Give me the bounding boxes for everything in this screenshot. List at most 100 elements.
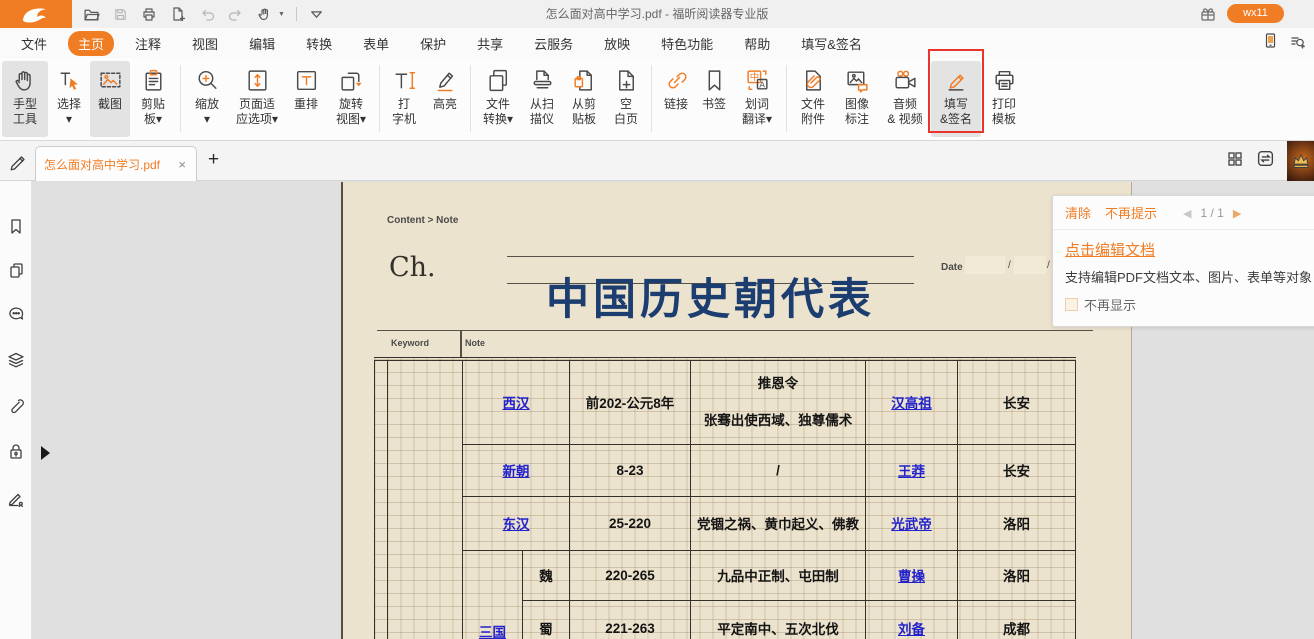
date-field — [965, 256, 1005, 274]
advanced-search-icon[interactable]: ▼ — [1288, 33, 1306, 54]
comments-panel-icon[interactable] — [7, 305, 25, 323]
menu-right-tools: ▼ — [1262, 28, 1306, 58]
ribbon-button-translate[interactable]: 中A 划词 翻译▾ — [732, 61, 782, 137]
dynasty-link[interactable]: 东汉 — [503, 517, 530, 532]
undo-icon[interactable] — [198, 5, 216, 23]
emperor-link[interactable]: 汉高祖 — [891, 396, 932, 411]
ribbon-button-fill-sign[interactable]: 填写 &签名 — [931, 61, 981, 137]
ribbon-button-highlight[interactable]: 高亮 — [424, 61, 466, 137]
ribbon-separator — [379, 65, 380, 132]
print-icon[interactable] — [140, 5, 158, 23]
menu-tab-share[interactable]: 共享 — [467, 31, 513, 56]
ribbon-button-typewriter[interactable]: 打 字机 — [384, 61, 424, 137]
dynasty-cell: 西汉 — [463, 359, 570, 444]
ribbon-button-rotate-view[interactable]: 旋转 视图▾ — [327, 61, 375, 137]
switch-view-icon[interactable] — [1256, 149, 1275, 173]
ribbon-button-clipboard[interactable]: 剪贴 板▾ — [130, 61, 176, 137]
dynasty-link[interactable]: 新朝 — [503, 464, 530, 479]
capital-cell: 成都 — [958, 600, 1076, 639]
hand-mode-dropdown-icon[interactable]: ▼ — [278, 11, 285, 18]
menu-tab-features[interactable]: 特色功能 — [651, 31, 723, 56]
layers-panel-icon[interactable] — [7, 351, 25, 369]
signature-panel-icon[interactable] — [7, 489, 25, 507]
ribbon-button-hand-tool[interactable]: 手型 工具 — [2, 61, 48, 137]
ribbon-separator — [651, 65, 652, 132]
ribbon-button-convert-files[interactable]: 文件 转换▾ — [475, 61, 521, 137]
customize-toolbar-icon[interactable] — [308, 5, 326, 23]
menu-tab-view[interactable]: 视图 — [182, 31, 228, 56]
ribbon-button-select[interactable]: 选择 ▾ — [48, 61, 90, 137]
new-tab-button[interactable]: + — [208, 149, 219, 171]
ribbon-button-blank-page[interactable]: 空 白页 — [605, 61, 647, 137]
vip-crown-banner[interactable] — [1287, 141, 1314, 181]
attachments-panel-icon[interactable] — [7, 397, 25, 415]
emperor-cell: 刘备 — [866, 600, 958, 639]
save-icon[interactable] — [111, 5, 129, 23]
edit-document-link[interactable]: 点击编辑文档 — [1065, 242, 1155, 259]
bookmarks-panel-icon[interactable] — [7, 217, 25, 235]
account-button[interactable]: wx11 — [1227, 4, 1284, 23]
ribbon-button-fit-page[interactable]: 页面适 应选项▾ — [229, 61, 285, 137]
menu-tab-protect[interactable]: 保护 — [410, 31, 456, 56]
dynasty-link[interactable]: 三国 — [479, 625, 506, 639]
ribbon-button-reflow[interactable]: 重排 — [285, 61, 327, 137]
document-tab[interactable]: 怎么面对高中学习.pdf × — [35, 146, 197, 181]
hand-mode-icon[interactable] — [256, 5, 274, 23]
menu-tab-file[interactable]: 文件 — [11, 31, 57, 56]
ribbon-button-link[interactable]: 链接 — [656, 61, 696, 137]
open-file-icon[interactable] — [82, 5, 100, 23]
clear-button[interactable]: 清除 — [1065, 203, 1091, 222]
from-clipboard-icon — [571, 65, 598, 95]
menu-tab-present[interactable]: 放映 — [594, 31, 640, 56]
ribbon-button-snapshot[interactable]: 截图 — [90, 61, 130, 137]
navigation-sidebar — [0, 181, 32, 639]
menu-tab-cloud[interactable]: 云服务 — [524, 31, 583, 56]
ribbon-button-file-attachment[interactable]: 文件 附件 — [791, 61, 835, 137]
close-tab-icon[interactable]: × — [176, 157, 188, 172]
menu-tab-help[interactable]: 帮助 — [734, 31, 780, 56]
pages-panel-icon[interactable] — [7, 261, 25, 279]
menu-tab-comment[interactable]: 注释 — [125, 31, 171, 56]
ribbon-button-image-annotation[interactable]: 图像 标注 — [835, 61, 879, 137]
popup-header: 清除 不再提示 ◀ 1 / 1 ▶ — [1053, 196, 1314, 230]
chapter-label: Ch. — [389, 252, 436, 283]
emperor-link[interactable]: 曹操 — [898, 569, 925, 584]
note-label: Note — [465, 338, 485, 348]
period-cell: 220-265 — [570, 550, 691, 600]
ribbon-button-audio-video[interactable]: 音频 & 视频 — [879, 61, 931, 137]
mobile-icon[interactable] — [1262, 32, 1278, 54]
snapshot-icon — [97, 65, 124, 95]
gift-icon[interactable] — [1199, 5, 1217, 23]
ribbon-button-print-template[interactable]: 打印 模板 — [981, 61, 1027, 137]
menu-tab-form[interactable]: 表单 — [353, 31, 399, 56]
dynasty-link[interactable]: 西汉 — [503, 396, 530, 411]
date-field — [1014, 256, 1046, 274]
panel-expand-handle[interactable] — [41, 446, 50, 460]
clipboard-icon — [140, 65, 167, 95]
prev-page-icon[interactable]: ◀ — [1183, 207, 1191, 220]
redo-icon[interactable] — [227, 5, 245, 23]
ribbon-button-from-scanner[interactable]: 从扫 描仪 — [521, 61, 563, 137]
security-panel-icon[interactable] — [7, 442, 25, 460]
menu-tab-home[interactable]: 主页 — [68, 31, 114, 56]
date-slash: / — [1008, 260, 1011, 271]
ribbon-button-zoom[interactable]: 缩放 ▾ — [185, 61, 229, 137]
emperor-link[interactable]: 刘备 — [898, 622, 925, 637]
emperor-link[interactable]: 光武帝 — [891, 517, 932, 532]
search-dropdown-icon[interactable]: ▼ — [1299, 44, 1306, 51]
next-page-icon[interactable]: ▶ — [1233, 207, 1241, 220]
emperor-link[interactable]: 王莽 — [898, 464, 925, 479]
dont-remind-button[interactable]: 不再提示 — [1105, 203, 1157, 222]
menu-tab-fill-sign[interactable]: 填写&签名 — [791, 31, 872, 56]
capital-cell: 长安 — [958, 359, 1076, 444]
pencil-tool-icon[interactable] — [8, 151, 28, 171]
ribbon-button-bookmark[interactable]: 书签 — [696, 61, 732, 137]
grid-view-icon[interactable] — [1226, 150, 1244, 173]
foxit-logo[interactable] — [0, 0, 72, 28]
dont-show-checkbox[interactable] — [1065, 298, 1078, 311]
new-page-icon[interactable] — [169, 5, 187, 23]
capital-cell: 长安 — [958, 444, 1076, 496]
menu-tab-convert[interactable]: 转换 — [296, 31, 342, 56]
ribbon-button-from-clipboard[interactable]: 从剪 贴板 — [563, 61, 605, 137]
menu-tab-edit[interactable]: 编辑 — [239, 31, 285, 56]
